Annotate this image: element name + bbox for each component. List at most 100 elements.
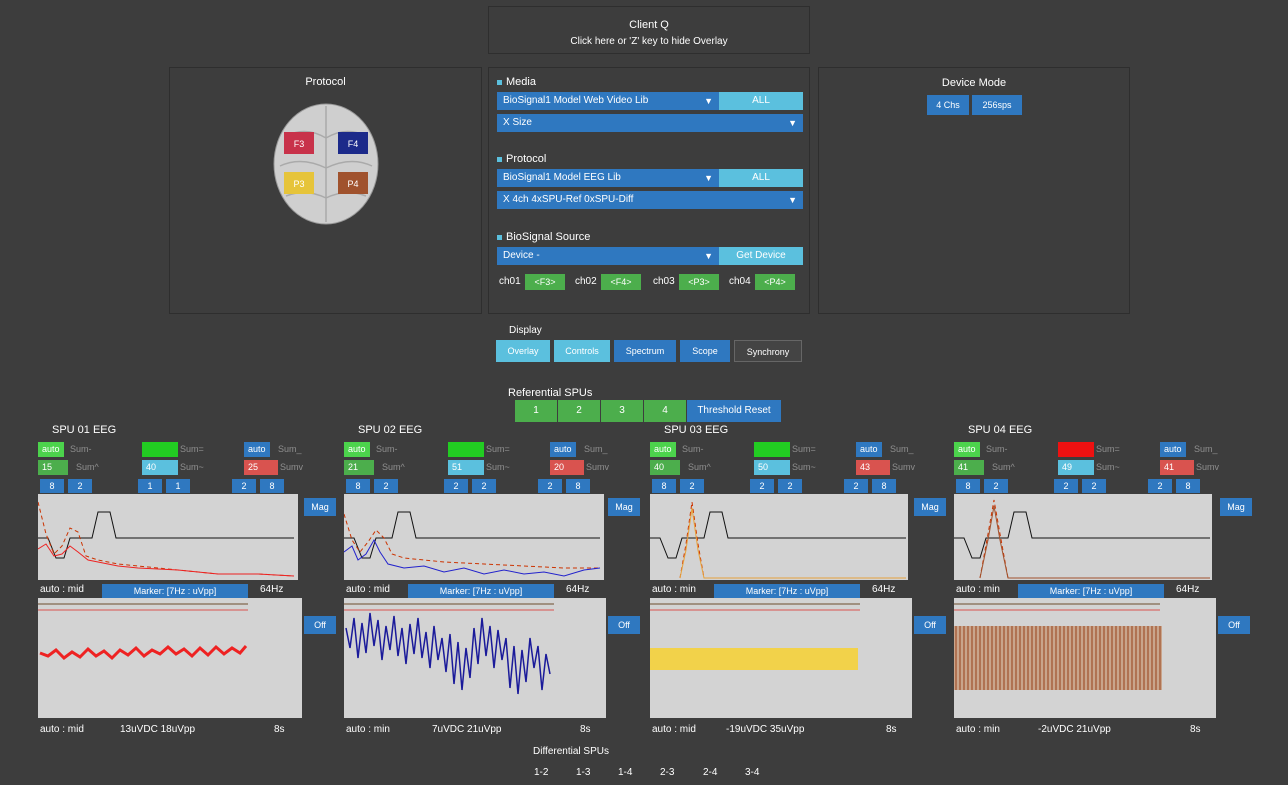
scope-plot[interactable] xyxy=(650,598,912,718)
spectrum-plot[interactable] xyxy=(343,494,604,580)
sum-under-control[interactable]: auto Sum_ xyxy=(244,442,340,457)
sum-v-control[interactable]: 41 Sumv xyxy=(1160,460,1256,475)
mag-button[interactable]: Mag xyxy=(608,498,640,516)
sum-caret-control[interactable]: 40 Sum^ xyxy=(650,460,750,475)
sum-caret-control[interactable]: 41 Sum^ xyxy=(954,460,1054,475)
threshold-2-button[interactable]: 2 xyxy=(984,479,1008,493)
sum-v-control[interactable]: 25 Sumv xyxy=(244,460,340,475)
protocol-all-button[interactable]: ALL xyxy=(719,169,803,187)
diff-2-4-button[interactable]: 2-4 xyxy=(703,767,717,778)
marker-button[interactable]: Marker: [7Hz : uVpp] xyxy=(1018,584,1164,598)
threshold-5-button[interactable]: 2 xyxy=(232,479,256,493)
diff-3-4-button[interactable]: 3-4 xyxy=(745,767,759,778)
sps-button[interactable]: 256sps xyxy=(972,95,1022,115)
media-size-select[interactable]: X Size ▼ xyxy=(497,114,803,132)
threshold-6-button[interactable]: 8 xyxy=(260,479,284,493)
threshold-3-button[interactable]: 2 xyxy=(444,479,468,493)
threshold-2-button[interactable]: 2 xyxy=(374,479,398,493)
sum-minus-control[interactable]: auto Sum- xyxy=(954,442,1054,457)
threshold-4-button[interactable]: 1 xyxy=(166,479,190,493)
sum-caret-control[interactable]: 21 Sum^ xyxy=(344,460,444,475)
scope-button[interactable]: Scope xyxy=(680,340,730,362)
threshold-6-button[interactable]: 8 xyxy=(1176,479,1200,493)
media-all-button[interactable]: ALL xyxy=(719,92,803,110)
sum-equal-control[interactable]: Sum= xyxy=(1058,442,1156,457)
threshold-reset-button[interactable]: Threshold Reset xyxy=(687,400,781,422)
spectrum-plot[interactable] xyxy=(650,494,908,580)
threshold-4-button[interactable]: 2 xyxy=(778,479,802,493)
spectrum-plot[interactable] xyxy=(37,494,298,580)
referential-spu-2-button[interactable]: 2 xyxy=(558,400,600,422)
sum-v-control[interactable]: 43 Sumv xyxy=(856,460,952,475)
overlay-toggle[interactable]: Client Q Click here or 'Z' key to hide O… xyxy=(488,6,810,54)
threshold-2-button[interactable]: 2 xyxy=(68,479,92,493)
threshold-4-button[interactable]: 2 xyxy=(1082,479,1106,493)
diff-1-4-button[interactable]: 1-4 xyxy=(618,767,632,778)
referential-spu-3-button[interactable]: 3 xyxy=(601,400,643,422)
diff-1-2-button[interactable]: 1-2 xyxy=(534,767,548,778)
spectrum-plot[interactable] xyxy=(954,494,1212,580)
protocol-library-select[interactable]: BioSignal1 Model EEG Lib ▼ xyxy=(497,169,719,187)
threshold-5-button[interactable]: 2 xyxy=(1148,479,1172,493)
sum-caret-control[interactable]: 15 Sum^ xyxy=(38,460,138,475)
sum-equal-control[interactable]: Sum= xyxy=(754,442,852,457)
off-button[interactable]: Off xyxy=(1218,616,1250,634)
sum-tilde-control[interactable]: 40 Sum~ xyxy=(142,460,240,475)
ch02-button[interactable]: <F4> xyxy=(601,274,641,290)
overlay-button[interactable]: Overlay xyxy=(496,340,550,362)
threshold-3-button[interactable]: 2 xyxy=(1054,479,1078,493)
ch04-button[interactable]: <P4> xyxy=(755,274,795,290)
scope-plot[interactable] xyxy=(344,598,606,718)
sum-under-control[interactable]: auto Sum_ xyxy=(856,442,952,457)
controls-button[interactable]: Controls xyxy=(554,340,610,362)
sum-v-control[interactable]: 20 Sumv xyxy=(550,460,646,475)
get-device-button[interactable]: Get Device xyxy=(719,247,803,265)
protocol-config-select[interactable]: X 4ch 4xSPU-Ref 0xSPU-Diff ▼ xyxy=(497,191,803,209)
sum-tilde-control[interactable]: 50 Sum~ xyxy=(754,460,852,475)
off-button[interactable]: Off xyxy=(304,616,336,634)
threshold-3-button[interactable]: 2 xyxy=(750,479,774,493)
spectrum-button[interactable]: Spectrum xyxy=(614,340,676,362)
referential-spu-4-button[interactable]: 4 xyxy=(644,400,686,422)
marker-button[interactable]: Marker: [7Hz : uVpp] xyxy=(714,584,860,598)
off-button[interactable]: Off xyxy=(608,616,640,634)
ch01-button[interactable]: <F3> xyxy=(525,274,565,290)
mag-button[interactable]: Mag xyxy=(1220,498,1252,516)
sum-under-control[interactable]: auto Sum_ xyxy=(1160,442,1256,457)
mag-button[interactable]: Mag xyxy=(304,498,336,516)
ch03-button[interactable]: <P3> xyxy=(679,274,719,290)
off-button[interactable]: Off xyxy=(914,616,946,634)
threshold-6-button[interactable]: 8 xyxy=(566,479,590,493)
device-select[interactable]: Device - ▼ xyxy=(497,247,719,265)
sum-minus-control[interactable]: auto Sum- xyxy=(344,442,444,457)
threshold-4-button[interactable]: 2 xyxy=(472,479,496,493)
threshold-5-button[interactable]: 2 xyxy=(538,479,562,493)
threshold-1-button[interactable]: 8 xyxy=(956,479,980,493)
threshold-6-button[interactable]: 8 xyxy=(872,479,896,493)
scope-plot[interactable] xyxy=(38,598,302,718)
sum-under-control[interactable]: auto Sum_ xyxy=(550,442,646,457)
chs-button[interactable]: 4 Chs xyxy=(927,95,969,115)
mag-button[interactable]: Mag xyxy=(914,498,946,516)
media-library-select[interactable]: BioSignal1 Model Web Video Lib ▼ xyxy=(497,92,719,110)
threshold-1-button[interactable]: 8 xyxy=(40,479,64,493)
scope-plot[interactable] xyxy=(954,598,1216,718)
threshold-5-button[interactable]: 2 xyxy=(844,479,868,493)
sum-equal-control[interactable]: Sum= xyxy=(142,442,240,457)
sum-tilde-value: 49 xyxy=(1058,460,1094,475)
sum-minus-control[interactable]: auto Sum- xyxy=(38,442,138,457)
referential-spu-1-button[interactable]: 1 xyxy=(515,400,557,422)
threshold-3-button[interactable]: 1 xyxy=(138,479,162,493)
sum-equal-control[interactable]: Sum= xyxy=(448,442,546,457)
diff-1-3-button[interactable]: 1-3 xyxy=(576,767,590,778)
sum-minus-control[interactable]: auto Sum- xyxy=(650,442,750,457)
threshold-1-button[interactable]: 8 xyxy=(346,479,370,493)
sum-tilde-control[interactable]: 51 Sum~ xyxy=(448,460,546,475)
synchrony-button[interactable]: Synchrony xyxy=(734,340,802,362)
diff-2-3-button[interactable]: 2-3 xyxy=(660,767,674,778)
marker-button[interactable]: Marker: [7Hz : uVpp] xyxy=(408,584,554,598)
threshold-1-button[interactable]: 8 xyxy=(652,479,676,493)
sum-tilde-control[interactable]: 49 Sum~ xyxy=(1058,460,1156,475)
marker-button[interactable]: Marker: [7Hz : uVpp] xyxy=(102,584,248,598)
threshold-2-button[interactable]: 2 xyxy=(680,479,704,493)
